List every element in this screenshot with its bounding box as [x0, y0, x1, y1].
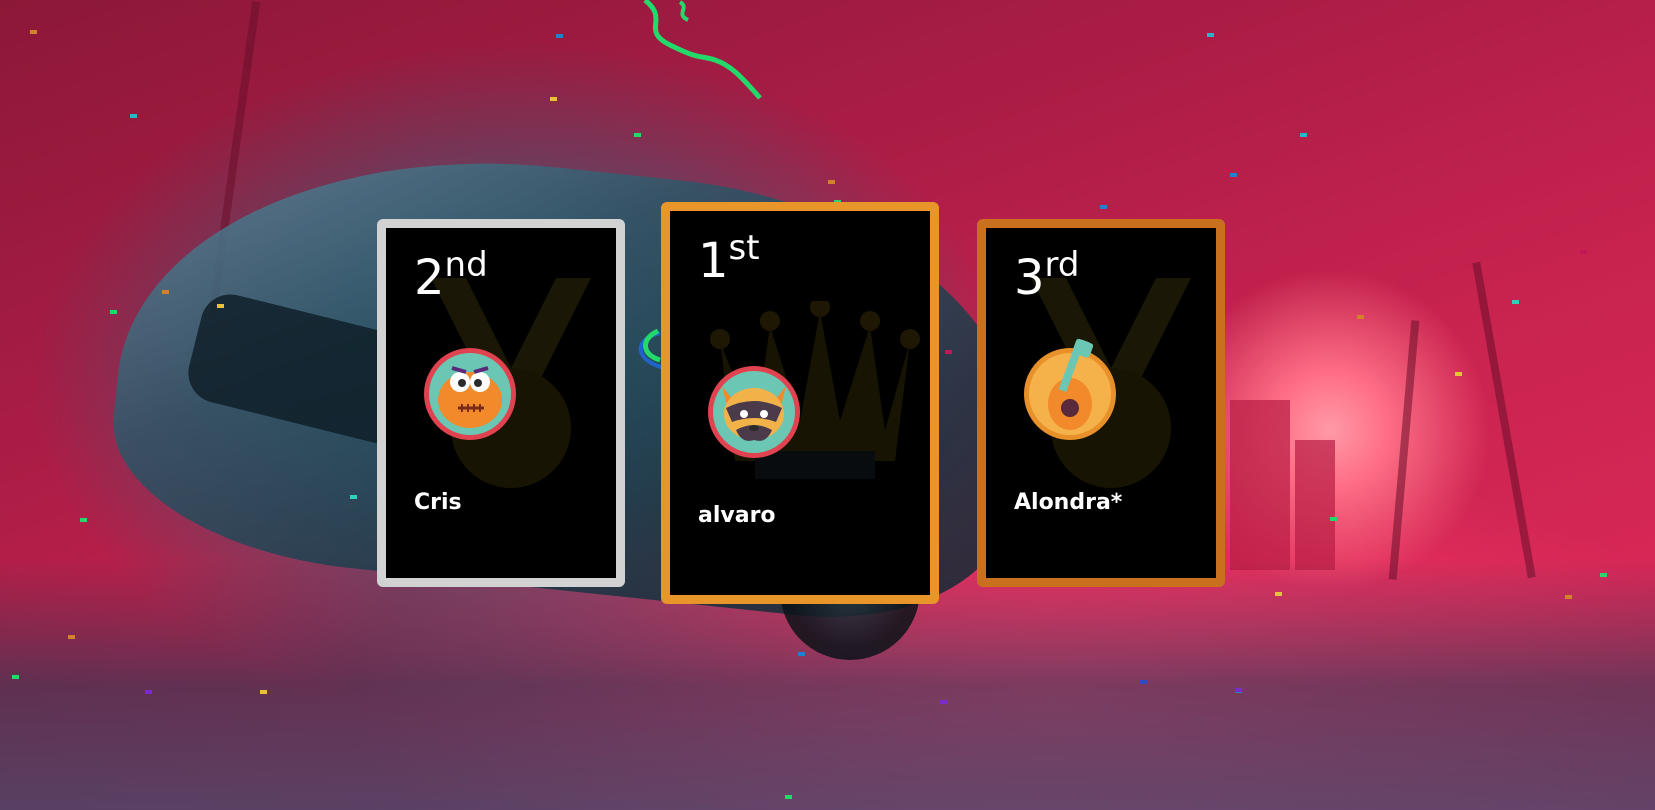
confetti-piece — [556, 34, 563, 38]
guitar-avatar-icon — [1024, 338, 1116, 440]
place-suffix: nd — [444, 245, 488, 285]
place-suffix: st — [728, 228, 760, 268]
confetti-piece — [940, 700, 947, 704]
podium-card-second-place: 2nd Cris — [377, 219, 625, 587]
place-rank-label: 3rd — [1014, 248, 1080, 302]
confetti-piece — [162, 290, 169, 294]
confetti-piece — [1230, 173, 1237, 177]
confetti-piece — [1100, 205, 1107, 209]
confetti-piece — [130, 114, 137, 118]
raccoon-avatar-icon — [708, 366, 800, 458]
confetti-piece — [1600, 573, 1607, 577]
background-city-building — [1295, 440, 1335, 570]
confetti-piece — [1330, 517, 1337, 521]
confetti-piece — [12, 675, 19, 679]
confetti-piece — [1140, 680, 1147, 684]
confetti-piece — [350, 495, 357, 499]
orange-monster-avatar-icon — [424, 348, 516, 440]
player-name: Alondra* — [1014, 490, 1123, 515]
place-rank-label: 2nd — [414, 248, 488, 302]
place-rank-label: 1st — [698, 231, 760, 285]
confetti-piece — [145, 690, 152, 694]
player-name: Cris — [414, 490, 462, 515]
place-number: 2 — [414, 250, 445, 306]
podium-results-screen: 2nd Cris 1st alvaro 3rd Alondra* — [0, 0, 1655, 810]
background-palm-trunk — [1388, 320, 1420, 580]
confetti-piece — [110, 310, 117, 314]
confetti-piece — [634, 133, 641, 137]
confetti-piece — [1512, 300, 1519, 304]
confetti-streamer — [643, 0, 762, 100]
place-number: 3 — [1014, 250, 1045, 306]
confetti-piece — [68, 635, 75, 639]
confetti-piece — [1455, 372, 1462, 376]
place-number: 1 — [698, 233, 729, 289]
player-name: alvaro — [698, 503, 776, 528]
confetti-piece — [785, 795, 792, 799]
confetti-piece — [1580, 250, 1587, 254]
confetti-piece — [1275, 592, 1282, 596]
confetti-piece — [550, 97, 557, 101]
confetti-piece — [260, 690, 267, 694]
confetti-piece — [1565, 595, 1572, 599]
confetti-piece — [1235, 688, 1242, 692]
place-suffix: rd — [1044, 245, 1080, 285]
background-palm-trunk — [1472, 261, 1536, 579]
confetti-piece — [828, 180, 835, 184]
confetti-piece — [1207, 33, 1214, 37]
confetti-piece — [798, 652, 805, 656]
confetti-piece — [1357, 315, 1364, 319]
confetti-piece — [1300, 133, 1307, 137]
confetti-piece — [217, 304, 224, 308]
confetti-piece — [30, 30, 37, 34]
podium-card-first-place: 1st alvaro — [661, 202, 939, 604]
confetti-piece — [80, 518, 87, 522]
podium-card-third-place: 3rd Alondra* — [977, 219, 1225, 587]
background-city-building — [1230, 400, 1290, 570]
confetti-piece — [945, 350, 952, 354]
